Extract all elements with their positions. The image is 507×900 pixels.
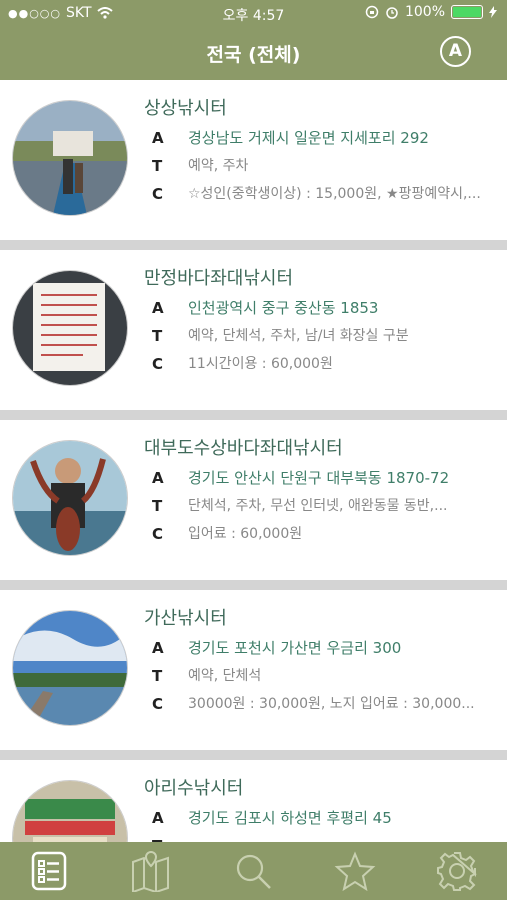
cost-value: 11시간이용 : 60,000원: [188, 356, 333, 372]
tags-key: T: [152, 667, 163, 685]
address-row: A 경기도 김포시 하성면 후평리 45: [152, 808, 504, 828]
filter-a-button[interactable]: A: [440, 36, 471, 67]
cost-row: C 입어료 : 60,000원: [152, 524, 504, 544]
address-value: 경상남도 거제시 일운면 지세포리 292: [188, 129, 429, 147]
listing-name: 만정바다좌대낚시터: [144, 268, 294, 289]
tags-key: T: [152, 327, 163, 345]
address-row: A 인천광역시 중구 중산동 1853: [152, 298, 504, 318]
tab-map[interactable]: [130, 850, 172, 894]
page-title: 전국 (전체): [206, 44, 301, 66]
list-item[interactable]: 만정바다좌대낚시터 A 인천광역시 중구 중산동 1853 T 예약, 단체석, 주…: [0, 250, 507, 410]
address-key: A: [152, 299, 164, 317]
address-key: A: [152, 469, 164, 487]
cost-value: 입어료 : 60,000원: [188, 526, 303, 542]
tab-favorites[interactable]: [334, 850, 376, 892]
address-row: A 경기도 포천시 가산면 우금리 300: [152, 638, 504, 658]
listing-list[interactable]: 상상낚시터 A 경상남도 거제시 일운면 지세포리 292 T 예약, 주차 C ☆성…: [0, 80, 507, 842]
tab-list[interactable]: [28, 850, 70, 892]
address-key: A: [152, 639, 164, 657]
tab-bar: [0, 842, 507, 900]
cost-row: C 11시간이용 : 60,000원: [152, 354, 504, 374]
tags-value: 예약, 주차: [188, 158, 249, 174]
address-row: A 경상남도 거제시 일운면 지세포리 292: [152, 128, 504, 148]
cost-key: C: [152, 695, 164, 713]
tab-search[interactable]: [232, 850, 274, 892]
list-item[interactable]: 상상낚시터 A 경상남도 거제시 일운면 지세포리 292 T 예약, 주차 C ☆성…: [0, 80, 507, 240]
tab-settings[interactable]: [436, 850, 478, 892]
tags-row: T 예약, 주차: [152, 156, 504, 176]
address-key: A: [152, 809, 164, 827]
list-item[interactable]: 대부도수상바다좌대낚시터 A 경기도 안산시 단원구 대부북동 1870-72 T…: [0, 420, 507, 580]
address-row: A 경기도 안산시 단원구 대부북동 1870-72: [152, 468, 504, 488]
listing-photo: [12, 270, 128, 386]
cost-row: C ☆성인(중학생이상) : 15,000원, ★팡팡예약시,...: [152, 184, 504, 204]
tags-value: 예약, 단체석: [188, 668, 262, 684]
cost-key: C: [152, 185, 164, 203]
list-icon: [31, 851, 67, 891]
cost-row: C 30000원 : 30,000원, 노지 입어료 : 30,000...: [152, 694, 504, 714]
battery-icon: [451, 5, 483, 19]
cost-key: C: [152, 525, 164, 543]
address-value: 경기도 김포시 하성면 후평리 45: [188, 809, 392, 827]
search-icon: [236, 854, 271, 889]
map-icon: [132, 850, 169, 894]
status-bar: ●●○○○ SKT 오후 4:57 100%: [0, 0, 507, 26]
tags-row: T 예약, 단체석: [152, 666, 504, 686]
cost-key: C: [152, 355, 164, 373]
tags-key: T: [152, 497, 163, 515]
listing-name: 아리수낚시터: [144, 778, 244, 799]
address-value: 경기도 포천시 가산면 우금리 300: [188, 639, 402, 657]
gear-icon: [437, 852, 477, 891]
listing-photo: [12, 780, 128, 842]
alarm-icon: [386, 7, 398, 19]
charging-icon: [489, 6, 497, 18]
cost-value: ☆성인(중학생이상) : 15,000원, ★팡팡예약시,...: [188, 186, 481, 202]
tags-row: T 단체석, 주차, 무선 인터넷, 애완동물 동반,...: [152, 496, 504, 516]
tags-value: 단체석, 주차, 무선 인터넷, 애완동물 동반,...: [188, 498, 448, 514]
cost-value: 30000원 : 30,000원, 노지 입어료 : 30,000...: [188, 696, 475, 712]
tags-key: T: [152, 157, 163, 175]
address-key: A: [152, 129, 164, 147]
listing-name: 가산낚시터: [144, 608, 227, 629]
address-value: 인천광역시 중구 중산동 1853: [188, 299, 379, 317]
listing-photo: [12, 440, 128, 556]
listing-photo: [12, 610, 128, 726]
rotation-lock-icon: [365, 5, 379, 19]
listing-photo: [12, 100, 128, 216]
battery-percent: 100%: [404, 4, 445, 20]
star-icon: [334, 851, 376, 892]
listing-name: 상상낚시터: [144, 98, 227, 119]
list-item[interactable]: 가산낚시터 A 경기도 포천시 가산면 우금리 300 T 예약, 단체석 C 300…: [0, 590, 507, 750]
header: ●●○○○ SKT 오후 4:57 100% 전국 (전체) A: [0, 0, 507, 80]
tags-row: T 예약, 단체석, 주차, 남/녀 화장실 구분: [152, 326, 504, 346]
listing-name: 대부도수상바다좌대낚시터: [144, 438, 343, 459]
address-value: 경기도 안산시 단원구 대부북동 1870-72: [188, 469, 450, 487]
tags-value: 예약, 단체석, 주차, 남/녀 화장실 구분: [188, 328, 409, 344]
list-item[interactable]: 아리수낚시터 A경기도 김포시 하성면 후평리 45 T: [0, 760, 507, 842]
